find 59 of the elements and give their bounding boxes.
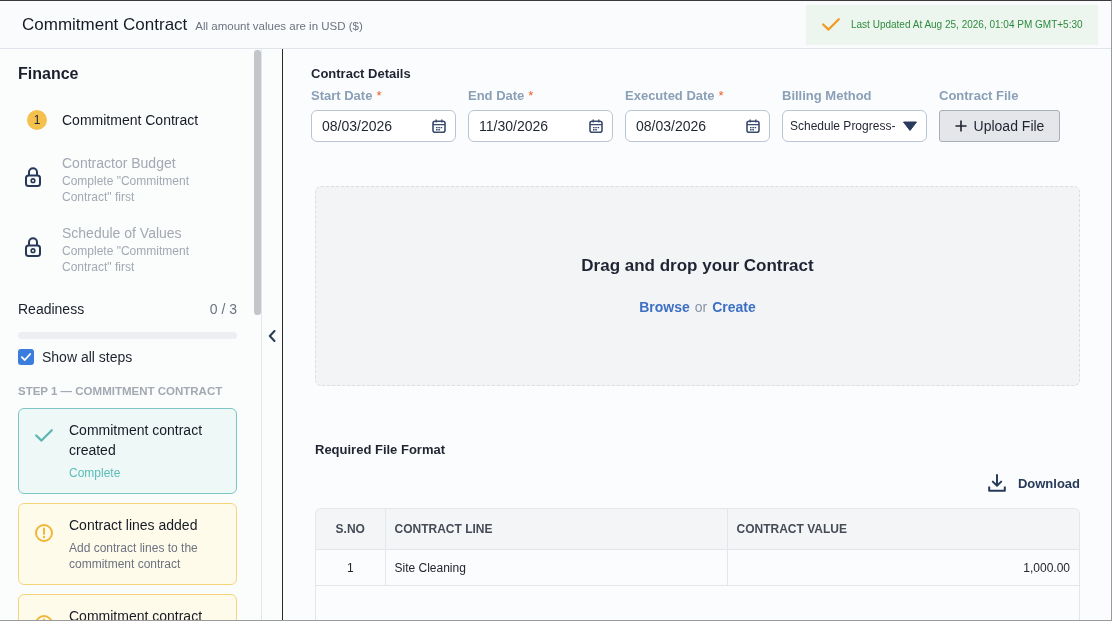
action-link[interactable]: Browse [639,298,690,316]
check-icon [35,429,53,442]
step-note: Complete "Commitment Contract" first [62,173,190,205]
table-cell: Site Cleaning [385,549,727,586]
drop-zone[interactable]: Drag and drop your Contract Browse or Create [315,186,1080,386]
date-field[interactable]: 08/03/2026 [625,110,770,142]
action-link[interactable]: Create [712,298,756,316]
column-header: CONTRACT VALUE [727,509,1079,550]
form-title: Contract Details [311,65,412,83]
field-label: Billing Method [782,88,872,103]
column-header: S.NO [316,509,385,550]
drop-zone-title: Drag and drop your Contract [581,255,814,277]
step-label[interactable]: Commitment Contract [62,111,199,129]
lock-icon [25,237,41,257]
calendar-icon[interactable] [589,119,603,133]
upload-button[interactable]: Upload File [939,110,1060,142]
download-icon [987,474,1006,492]
section-title: Finance [18,65,80,83]
readiness-count: 0 / 3 [209,300,237,318]
column-header: CONTRACT LINE [385,509,727,550]
lock-icon [25,167,41,187]
field-label: Contract File [939,88,1019,103]
checklist-card[interactable]: Contract lines added Add contract lines to the commitment contract [18,503,237,585]
checklist-card[interactable]: Commitment contract created Complete [18,408,237,494]
collapse-icon[interactable] [268,330,276,342]
step-number: 1 [27,110,47,130]
warning-icon [35,524,53,542]
card-note: Complete [69,465,122,481]
table-cell: 1 [316,549,385,586]
field-label: Executed Date [625,88,715,103]
plus-icon [954,120,967,132]
currency-note: All amount values are in USD ($) [195,20,363,32]
separator-text: or [694,298,708,316]
scrollbar-thumb[interactable] [254,50,261,315]
checkbox-label[interactable]: Show all steps [42,349,133,365]
card-title: Contract lines added [69,516,199,535]
last-updated-text: Last Updated At Aug 25, 2026, 01:04 PM GMT+5:30 [851,19,1083,30]
section-title: Required File Format [315,441,447,459]
calendar-icon[interactable] [432,119,446,133]
step-note: Complete "Commitment Contract" first [62,243,190,275]
page-title: Commitment Contract [22,14,188,35]
check-icon [822,18,840,31]
required-mark: * [718,88,724,103]
required-mark: * [528,88,534,103]
checkbox[interactable] [18,349,34,365]
step-heading: STEP 1 — COMMITMENT CONTRACT [18,384,224,399]
download-button[interactable]: Download [987,473,1080,493]
card-title: Commitment contract created [69,421,204,460]
card-note: Add contract lines to the commitment contract [69,540,199,572]
calendar-icon[interactable] [746,119,760,133]
date-field[interactable]: 08/03/2026 [311,110,456,142]
required-mark: * [376,88,382,103]
dropdown[interactable]: Schedule Progress- [782,110,927,142]
table-cell: 1,000.00 [727,549,1079,586]
date-field[interactable]: 11/30/2026 [468,110,613,142]
field-label: End Date [468,88,525,103]
caret-icon [903,121,917,131]
readiness-label: Readiness [18,300,85,318]
field-label: Start Date [311,88,373,103]
